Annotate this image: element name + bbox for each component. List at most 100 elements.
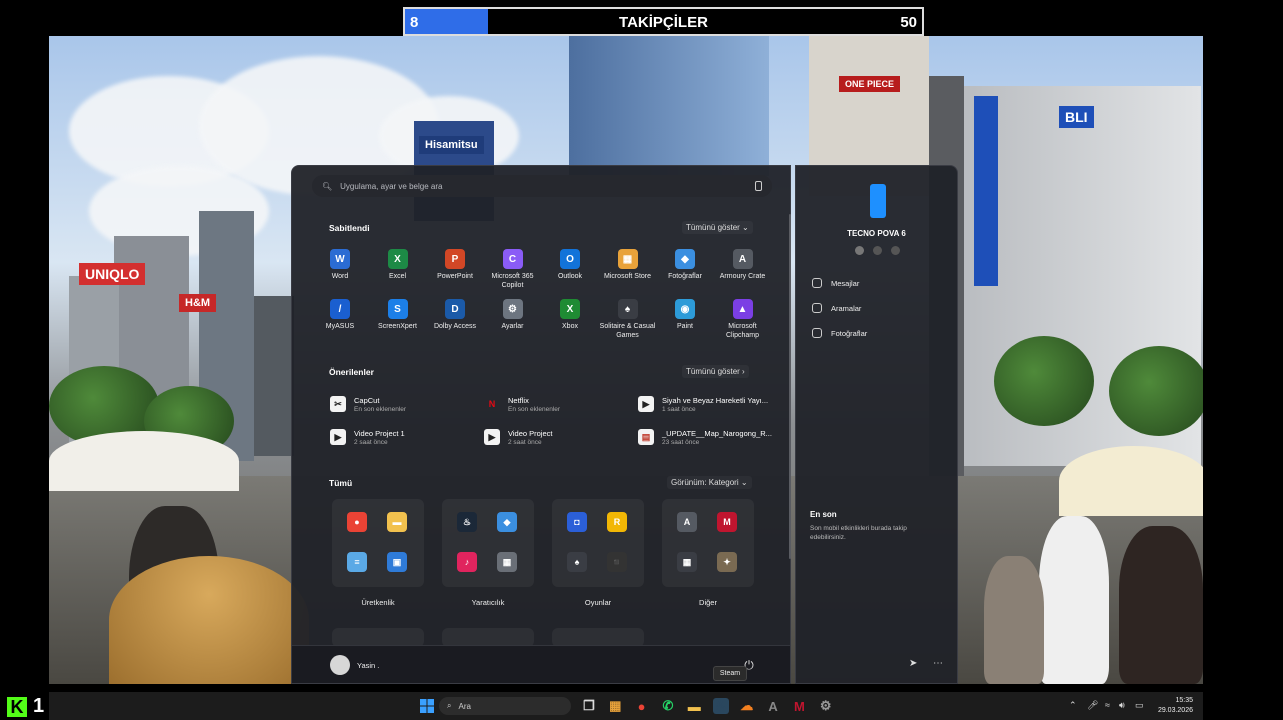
taskbar-whatsapp-icon[interactable]: ✆ <box>660 698 676 714</box>
pinned-app-microsoft-clipchamp[interactable]: ▲ Microsoft Clipchamp <box>714 299 772 340</box>
pinned-app-label: Excel <box>388 273 407 280</box>
pinned-app-foto-raflar[interactable]: ◆ Fotoğraflar <box>656 249 714 281</box>
myasus-icon: / <box>330 299 350 319</box>
pinned-app-powerpoint[interactable]: P PowerPoint <box>426 249 484 281</box>
pinned-app-myasus[interactable]: / MyASUS <box>311 299 369 331</box>
pinned-app-label: ScreenXpert <box>378 323 417 330</box>
pinned-app-microsoft-365-copilot[interactable]: C Microsoft 365 Copilot <box>484 249 542 290</box>
phone-battery-icon <box>855 246 864 255</box>
search-icon: ⌕ <box>447 701 452 710</box>
phone-messages-link[interactable]: Mesajlar <box>812 278 859 288</box>
recommended-show-all-button[interactable]: Tümünü göster › <box>682 365 749 378</box>
volume-icon[interactable]: 🔊︎ <box>1119 700 1125 711</box>
pinned-app-label: Microsoft 365 Copilot <box>491 273 534 289</box>
recommended-item[interactable]: ▤ _UPDATE__Map_Narogong_R... 23 saat önce <box>638 423 788 451</box>
taskbar-chrome-icon[interactable]: ● <box>634 698 650 714</box>
taskbar-task-view-icon[interactable]: ❐ <box>581 698 597 714</box>
photos-icon[interactable]: ◆ <box>497 512 517 532</box>
send-icon[interactable]: ➤ <box>909 658 917 669</box>
phone-device-name: TECNO POVA 6 <box>847 229 906 238</box>
microphone-icon[interactable]: 🎤︎ <box>1087 700 1098 711</box>
recommended-item[interactable]: ▶ Video Project 12 saat önce <box>330 423 480 451</box>
pinned-app-word[interactable]: W Word <box>311 249 369 281</box>
xbox-icon: X <box>560 299 580 319</box>
pinned-app-armoury-crate[interactable]: A Armoury Crate <box>714 249 772 281</box>
tiktok-icon[interactable]: ♪ <box>457 552 477 572</box>
recommended-item-subtitle: 2 saat önce <box>508 438 542 446</box>
pinned-app-microsoft-store[interactable]: ▦ Microsoft Store <box>599 249 657 281</box>
steam-tooltip: Steam <box>713 666 747 681</box>
phone-call-icon <box>812 303 822 313</box>
category-folder-diğer[interactable]: A M ▦ ✦ <box>662 499 754 587</box>
pinned-show-all-button[interactable]: Tümünü göster ⌄ <box>682 221 753 234</box>
pinned-app-dolby-access[interactable]: D Dolby Access <box>426 299 484 331</box>
taskbar-armoury-crate-icon[interactable]: A <box>765 698 781 714</box>
more-options-icon[interactable]: ⋯ <box>933 658 943 669</box>
tools-icon[interactable]: ✦ <box>717 552 737 572</box>
photos-icon: ◆ <box>675 249 695 269</box>
category-folder-üretkenlik[interactable]: ● ▬ ≡ ▣ <box>332 499 424 587</box>
windows-start-icon[interactable] <box>419 698 435 714</box>
pinned-app-label: Solitaire & Casual Games <box>599 323 656 339</box>
apps-icon[interactable]: ▣ <box>387 552 407 572</box>
category-folder-yaratıcılık[interactable]: ♨ ◆ ♪ ▦ <box>442 499 534 587</box>
hm-sign: H&M <box>179 294 217 312</box>
recommended-item-subtitle: En son eklenenler <box>508 405 561 413</box>
user-avatar[interactable] <box>330 655 350 675</box>
start-menu-scrollbar[interactable] <box>789 214 791 559</box>
pinned-app-ayarlar[interactable]: ⚙ Ayarlar <box>484 299 542 331</box>
mcafee-icon[interactable]: M <box>717 512 737 532</box>
taskbar-cloud-icon[interactable]: ☁ <box>739 698 755 714</box>
category-label: Oyunlar <box>584 598 612 607</box>
recommended-item[interactable]: N Netflix En son eklenenler <box>484 390 634 418</box>
pinned-app-screenxpert[interactable]: S ScreenXpert <box>369 299 427 331</box>
pinned-app-label: Outlook <box>557 273 583 280</box>
pinned-app-solitaire-casual-games[interactable]: ♠ Solitaire & Casual Games <box>599 299 657 340</box>
taskbar-search[interactable]: ⌕ Ara <box>439 697 571 715</box>
taskbar-steam-icon[interactable]: ♨ <box>712 698 729 714</box>
pinned-app-label: Fotoğraflar <box>668 273 702 280</box>
start-search-box[interactable]: 🔍︎ Uygulama, ayar ve belge ara <box>312 175 772 197</box>
uniqlo-sign: UNIQLO <box>79 263 146 285</box>
start-menu: 🔍︎ Uygulama, ayar ve belge ara Sabitlend… <box>291 165 791 684</box>
view-category-dropdown[interactable]: Görünüm: Kategori ⌄ <box>667 476 752 489</box>
phone-calls-link[interactable]: Aramalar <box>812 303 861 313</box>
taskbar-file-explorer-icon[interactable]: ▬ <box>686 698 702 714</box>
one-piece-sign: ONE PIECE <box>839 76 901 92</box>
pinned-app-xbox[interactable]: X Xbox <box>541 299 599 331</box>
solitaire-icon[interactable]: ♠ <box>567 552 587 572</box>
phone-link-icon[interactable] <box>755 181 762 191</box>
steam-icon[interactable]: ♨ <box>457 512 477 532</box>
category-folder-oyunlar[interactable]: ◘ R ♠ ◾ <box>552 499 644 587</box>
taskbar-settings-gear-icon[interactable]: ⚙ <box>818 698 834 714</box>
pinned-app-outlook[interactable]: O Outlook <box>541 249 599 281</box>
recommended-item[interactable]: ✂ CapCut En son eklenenler <box>330 390 480 418</box>
store-icon: ▦ <box>617 249 638 269</box>
wifi-icon[interactable]: ≈ <box>1105 700 1110 710</box>
recommended-item-title: Video Project 1 <box>354 428 405 438</box>
recommended-section-title: Önerilenler <box>329 367 374 377</box>
pinned-app-excel[interactable]: X Excel <box>369 249 427 281</box>
taskbar-mcafee-icon[interactable]: M <box>791 698 807 714</box>
recommended-item-subtitle: 1 saat önce <box>662 405 696 413</box>
kick-logo: K <box>7 696 27 717</box>
taskbar-store-icon[interactable]: ▦ <box>607 698 623 714</box>
pinned-app-label: PowerPoint <box>437 273 473 280</box>
roblox-icon[interactable]: ◘ <box>567 512 587 532</box>
chrome-icon[interactable]: ● <box>347 512 367 532</box>
recommended-item[interactable]: ▶ Video Project 2 saat önce <box>484 423 634 451</box>
battery-icon[interactable]: ▭ <box>1135 700 1144 711</box>
user-name[interactable]: Yasin . <box>357 661 379 670</box>
pinned-app-paint[interactable]: ◉ Paint <box>656 299 714 331</box>
apps-grid-icon[interactable]: ▦ <box>497 552 517 572</box>
asus-icon[interactable]: A <box>677 512 697 532</box>
calculator-icon[interactable]: ▦ <box>677 552 697 572</box>
rockstar-icon[interactable]: R <box>607 512 627 532</box>
phone-photos-link[interactable]: Fotoğraflar <box>812 328 867 338</box>
game-icon[interactable]: ◾ <box>607 552 627 572</box>
file-explorer-icon[interactable]: ▬ <box>387 512 407 532</box>
recommended-item[interactable]: ▶ Siyah ve Beyaz Hareketli Yayı... 1 saat … <box>638 390 788 418</box>
notepad-icon[interactable]: ≡ <box>347 552 367 572</box>
taskbar-clock[interactable]: 15:35 29.03.2026 <box>1158 696 1193 716</box>
chevron-up-icon[interactable]: ⌃ <box>1069 700 1077 711</box>
